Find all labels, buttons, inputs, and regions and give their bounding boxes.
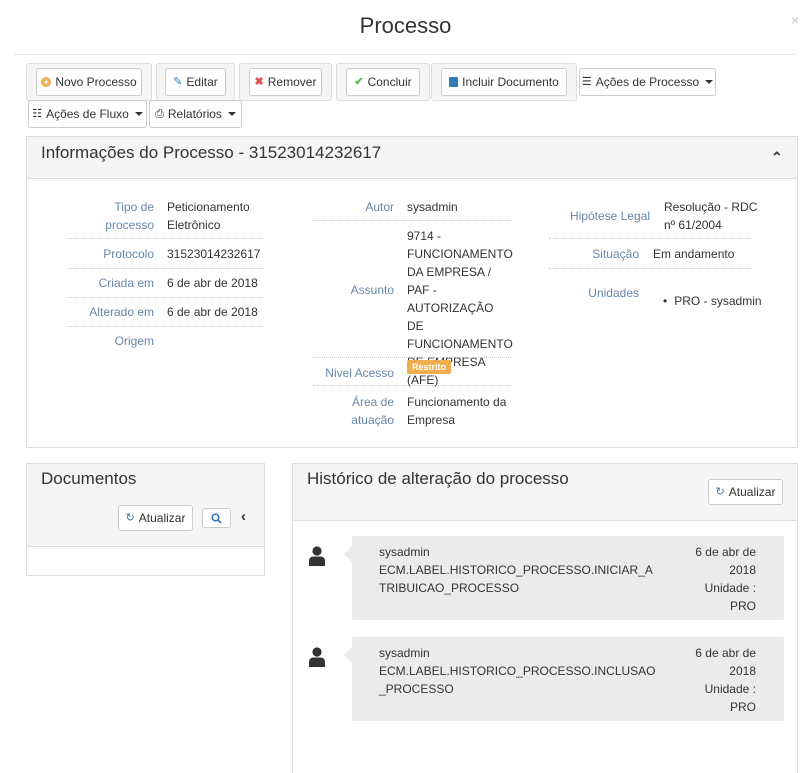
historico-item-text: sysadmin ECM.LABEL.HISTORICO_PROCESSO.IN… [379, 644, 659, 698]
criada-label: Criada em [98, 276, 154, 290]
close-button[interactable]: × [791, 12, 799, 28]
historico-item-unidade: Unidade : PRO [704, 581, 756, 613]
situacao-label: Situação [592, 247, 639, 261]
origem-label: Origem [114, 334, 154, 348]
remover-button[interactable]: ✖ Remover [249, 68, 322, 96]
editar-button[interactable]: ✎ Editar [165, 68, 226, 96]
historico-atualizar-button[interactable]: ↻ Atualizar [708, 479, 783, 505]
list-icon: ☰ [581, 75, 592, 88]
unidades-label: Unidades [588, 286, 639, 300]
novo-processo-label: Novo Processo [55, 75, 137, 89]
chevron-up-icon[interactable]: ⌃ [771, 149, 783, 166]
info-panel-title: Informações do Processo - 31523014232617 [41, 143, 382, 162]
historico-item-user: sysadmin [379, 545, 430, 559]
caret-down-icon [134, 112, 143, 116]
documentos-search-button[interactable] [202, 508, 231, 528]
hipotese-legal-label: Hipótese Legal [569, 209, 650, 223]
info-panel-header: Informações do Processo - 31523014232617… [27, 137, 797, 179]
nivel-acesso-badge: Restrito [407, 360, 452, 374]
historico-item-user: sysadmin [379, 646, 430, 660]
historico-item: sysadmin ECM.LABEL.HISTORICO_PROCESSO.IN… [352, 637, 784, 721]
user-icon [309, 647, 325, 670]
protocolo-label: Protocolo [103, 247, 154, 261]
check-icon: ✔ [354, 75, 364, 88]
row-divider [313, 357, 511, 358]
user-icon [309, 546, 325, 569]
row-divider [313, 385, 511, 386]
historico-item-unidade: Unidade : PRO [704, 682, 756, 714]
alterado-value: 6 de abr de 2018 [167, 305, 258, 319]
bullet-icon: • [663, 294, 668, 308]
row-divider [67, 326, 264, 327]
documentos-atualizar-button[interactable]: ↻ Atualizar [118, 505, 193, 531]
chevron-left-icon[interactable]: ‹ [241, 508, 246, 525]
plus-circle-icon: + [41, 77, 52, 87]
timeline-arrow [344, 546, 352, 562]
autor-value: sysadmin [407, 200, 458, 214]
documentos-panel: Documentos ↻ Atualizar ‹ [26, 463, 265, 576]
alterado-label: Alterado em [89, 305, 154, 319]
historico-item-action: ECM.LABEL.HISTORICO_PROCESSO.INICIAR_ATR… [379, 563, 653, 595]
editar-label: Editar [186, 75, 218, 89]
concluir-label: Concluir [367, 75, 412, 89]
title-divider [14, 54, 796, 55]
relatorios-label: Relatórios [167, 107, 222, 121]
row-divider [67, 268, 264, 269]
acoes-fluxo-label: Ações de Fluxo [46, 107, 129, 121]
remover-label: Remover [267, 75, 317, 89]
historico-atualizar-label: Atualizar [728, 485, 776, 499]
historico-item-date: 6 de abr de 2018 [695, 646, 756, 678]
historico-item-meta: 6 de abr de 2018 Unidade : PRO [692, 644, 756, 716]
tasks-icon: ☷ [32, 107, 43, 120]
criada-value: 6 de abr de 2018 [167, 276, 258, 290]
caret-down-icon [705, 80, 714, 84]
refresh-icon: ↻ [125, 511, 135, 524]
concluir-button[interactable]: ✔ Concluir [346, 68, 420, 96]
area-atuacao-value: Funcionamento da Empresa [407, 395, 507, 427]
historico-title: Histórico de alteração do processo [307, 469, 569, 488]
acoes-processo-dropdown[interactable]: ☰ Ações de Processo [579, 68, 716, 96]
area-atuacao-label: Área de atuação [351, 395, 394, 427]
protocolo-value: 31523014232617 [167, 247, 261, 261]
print-icon: ⎙ [155, 107, 164, 120]
assunto-label: Assunto [350, 283, 394, 297]
tipo-processo-label: Tipo de processo [105, 200, 154, 232]
relatorios-dropdown[interactable]: ⎙ Relatórios [149, 100, 242, 128]
row-divider [67, 238, 264, 239]
documentos-title: Documentos [41, 469, 137, 488]
unidades-value: PRO - sysadmin [674, 294, 762, 308]
caret-down-icon [227, 112, 236, 116]
close-red-icon: ✖ [254, 75, 264, 88]
nivel-acesso-label: Nivel Acesso [325, 366, 394, 380]
incluir-documento-button[interactable]: Incluir Documento [441, 68, 567, 96]
autor-label: Autor [365, 200, 394, 214]
timeline-arrow [344, 647, 352, 663]
novo-processo-button[interactable]: + Novo Processo [36, 68, 142, 96]
tipo-processo-value: Peticionamento Eletrônico [167, 200, 250, 232]
info-panel: Informações do Processo - 31523014232617… [26, 136, 798, 448]
historico-panel: Histórico de alteração do processo ↻ Atu… [292, 463, 798, 773]
row-divider [313, 220, 511, 221]
incluir-documento-label: Incluir Documento [462, 75, 559, 89]
unidades-list-item: • PRO - sysadmin [663, 292, 762, 310]
acoes-processo-label: Ações de Processo [595, 75, 700, 89]
hipotese-legal-value: Resolução - RDC nº 61/2004 [664, 200, 758, 232]
documentos-atualizar-label: Atualizar [138, 511, 186, 525]
refresh-icon: ↻ [715, 485, 725, 498]
pencil-icon: ✎ [173, 75, 183, 88]
historico-item-text: sysadmin ECM.LABEL.HISTORICO_PROCESSO.IN… [379, 543, 659, 597]
situacao-value: Em andamento [653, 247, 735, 261]
search-icon [211, 512, 222, 524]
acoes-fluxo-dropdown[interactable]: ☷ Ações de Fluxo [28, 100, 147, 128]
historico-item: sysadmin ECM.LABEL.HISTORICO_PROCESSO.IN… [352, 536, 784, 620]
book-icon [449, 77, 459, 87]
row-divider [549, 238, 751, 239]
historico-item-action: ECM.LABEL.HISTORICO_PROCESSO.INCLUSAO_PR… [379, 664, 656, 696]
modal-title: Processo [359, 13, 452, 38]
row-divider [549, 268, 751, 269]
row-divider [67, 297, 264, 298]
historico-item-date: 6 de abr de 2018 [695, 545, 756, 577]
historico-item-meta: 6 de abr de 2018 Unidade : PRO [692, 543, 756, 615]
